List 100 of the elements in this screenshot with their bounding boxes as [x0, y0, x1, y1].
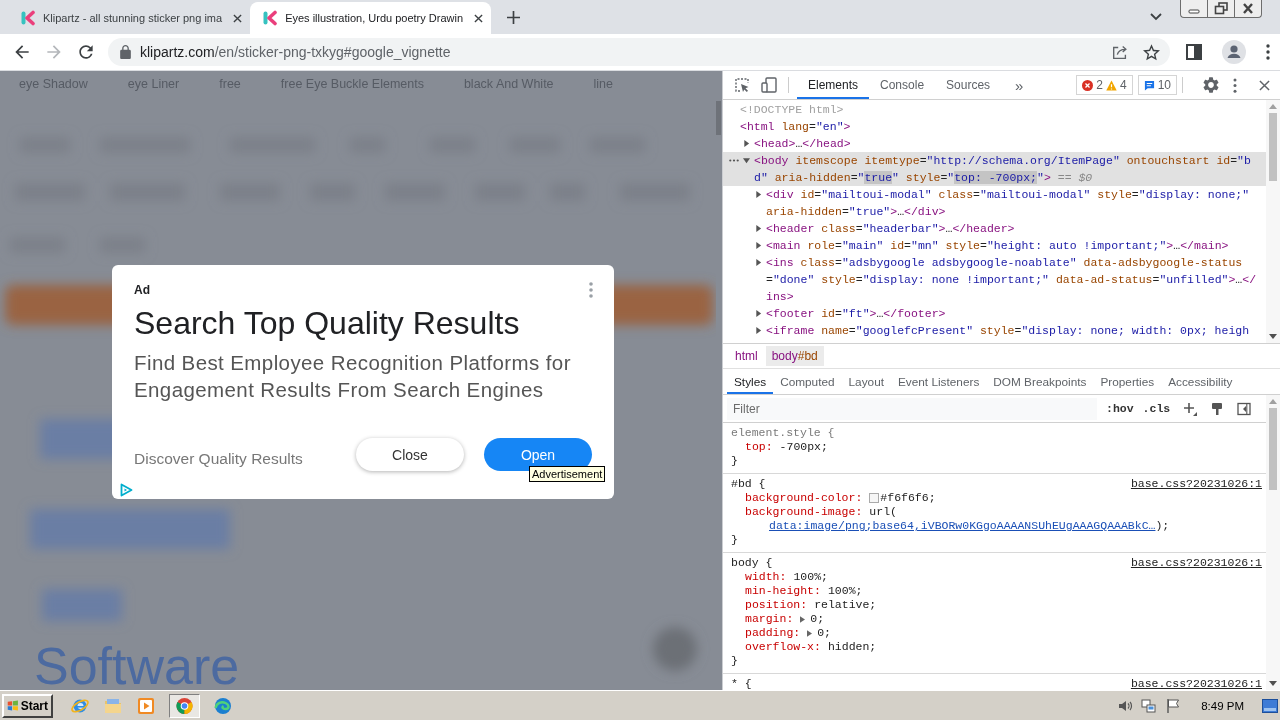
- caret-right-icon[interactable]: [755, 327, 762, 334]
- dom-tree-row[interactable]: <header class="headerbar">…</header>: [723, 220, 1266, 237]
- data-uri-link[interactable]: data:image/png;base64,iVBORw0KGgoAAAANSUhEUgAAAGQAAABkC…: [769, 519, 1156, 533]
- stylesheet-link[interactable]: base.css?20231026:1: [1130, 677, 1262, 690]
- more-options-icon[interactable]: [589, 282, 593, 298]
- inspect-cursor-icon[interactable]: [734, 77, 750, 93]
- more-tabs-button[interactable]: »: [1015, 76, 1024, 94]
- caret-right-icon[interactable]: [755, 310, 762, 317]
- reload-icon[interactable]: [76, 42, 96, 62]
- breadcrumb[interactable]: body#bd: [765, 346, 824, 366]
- dom-tree-row[interactable]: <html lang="en">: [723, 118, 1266, 135]
- plus-icon[interactable]: [507, 11, 521, 24]
- styles-pane-tab[interactable]: Computed: [773, 369, 842, 394]
- devtools-tab[interactable]: Console: [869, 71, 936, 99]
- devtools-tab[interactable]: Elements: [797, 71, 870, 99]
- filter-toggle[interactable]: .cls: [1142, 402, 1171, 415]
- devices-icon[interactable]: [761, 77, 777, 93]
- menu-icon[interactable]: [1266, 44, 1270, 60]
- star-icon[interactable]: [1143, 43, 1160, 61]
- css-brace: }: [731, 654, 739, 668]
- styles-pane-tab[interactable]: DOM Breakpoints: [986, 369, 1094, 394]
- dom-node-markup: <footer id="ft">…</footer>: [766, 306, 947, 322]
- play-triangle-icon[interactable]: [119, 483, 133, 497]
- css-selector: body {: [731, 556, 773, 570]
- ellipsis-icon[interactable]: [729, 159, 739, 162]
- scroll-down-icon[interactable]: [1269, 334, 1277, 339]
- styles-pane-tab[interactable]: Event Listeners: [891, 369, 987, 394]
- devtools-tab[interactable]: Sources: [935, 71, 1002, 99]
- minimize-icon[interactable]: [1180, 0, 1207, 18]
- caret-down-icon[interactable]: [743, 157, 750, 164]
- open-button[interactable]: Open: [484, 438, 592, 471]
- styles-pane-tab[interactable]: Layout: [841, 369, 891, 394]
- css-value: -700px;: [779, 440, 828, 454]
- css-property: padding:: [745, 626, 801, 640]
- scrollbar-thumb[interactable]: [1269, 113, 1277, 181]
- share-icon[interactable]: [1111, 43, 1129, 61]
- css-value: relative;: [814, 598, 877, 612]
- dom-tree-row[interactable]: <head>…</head>: [723, 135, 1266, 152]
- issues-counter[interactable]: 2 4: [1076, 75, 1133, 95]
- stylesheet-link[interactable]: base.css?20231026:1: [1130, 556, 1262, 570]
- caret-right-icon[interactable]: [755, 191, 762, 198]
- caret-right-icon[interactable]: [755, 242, 762, 249]
- styles-pane-tab[interactable]: Accessibility: [1161, 369, 1240, 394]
- close-icon[interactable]: [233, 13, 243, 23]
- caret-right-icon[interactable]: [800, 615, 806, 623]
- scrollbar-thumb[interactable]: [716, 101, 721, 135]
- css-value: #f6f6f6;: [880, 491, 936, 505]
- dom-tree-row[interactable]: <main role="main" id="mn" style="height: auto !important;">…</main>: [723, 237, 1266, 254]
- plus-icon[interactable]: [1183, 401, 1198, 416]
- address-field[interactable]: klipartz.com/en/sticker-png-txkyg#google_vignette: [108, 38, 1170, 66]
- dom-tree-row[interactable]: <iframe name="googlefcPresent" style="display: none; width: 0px; heigh: [723, 322, 1266, 339]
- swirl-logo-icon[interactable]: [213, 695, 233, 716]
- round-logo-icon[interactable]: [169, 693, 200, 718]
- network-icon[interactable]: [1141, 697, 1158, 714]
- caret-right-icon[interactable]: [755, 259, 762, 266]
- browser-tab[interactable]: Klipartz - all stunning sticker png ima: [8, 2, 251, 34]
- css-value: );: [1155, 519, 1170, 533]
- panel-toggle-icon[interactable]: [1237, 401, 1252, 416]
- dom-tree-row[interactable]: <footer id="ft">…</footer>: [723, 305, 1266, 322]
- chevron-down-icon[interactable]: [1150, 13, 1162, 21]
- clock: 8:49 PM: [1201, 699, 1244, 712]
- filter-toggle[interactable]: :hov: [1106, 402, 1134, 415]
- ad-label: Ad: [134, 283, 150, 297]
- play-tile-icon[interactable]: [136, 695, 156, 716]
- tooltip: Advertisement: [529, 466, 606, 482]
- side-panel-icon[interactable]: [1186, 44, 1202, 60]
- close-icon[interactable]: [1235, 0, 1262, 18]
- close-icon[interactable]: [1259, 79, 1270, 91]
- styles-pane-tab[interactable]: Properties: [1093, 369, 1162, 394]
- caret-right-icon[interactable]: [807, 629, 813, 637]
- settings-icon[interactable]: [1203, 77, 1219, 93]
- ad-title: Search Top Quality Results: [134, 305, 521, 341]
- chevron-logo-icon: [20, 10, 36, 26]
- scroll-down-icon[interactable]: [1269, 681, 1277, 686]
- caret-right-icon[interactable]: [743, 140, 750, 147]
- caret-right-icon[interactable]: [755, 225, 762, 232]
- close-icon[interactable]: [474, 13, 484, 23]
- browser-tab[interactable]: Eyes illustration, Urdu poetry Drawin: [250, 2, 492, 34]
- breadcrumb[interactable]: html: [729, 346, 764, 366]
- css-value: 100%;: [827, 584, 863, 598]
- profile-avatar-icon[interactable]: [1222, 40, 1246, 64]
- menu-icon[interactable]: [1233, 77, 1237, 93]
- filter-field[interactable]: Filter: [727, 397, 1097, 420]
- paint-roller-icon[interactable]: [1210, 401, 1225, 416]
- stylesheet-link[interactable]: base.css?20231026:1: [1130, 477, 1262, 491]
- css-property: width:: [745, 570, 787, 584]
- desktop-tile-icon[interactable]: [1262, 698, 1278, 713]
- css-value: hidden;: [827, 640, 877, 654]
- styles-pane-tab[interactable]: Styles: [727, 369, 774, 394]
- css-property: position:: [745, 598, 808, 612]
- css-selector: * {: [731, 677, 752, 690]
- scrollbar-thumb[interactable]: [1269, 408, 1277, 490]
- restore-icon[interactable]: [1207, 0, 1235, 18]
- close-button[interactable]: Close: [356, 438, 464, 471]
- messages-counter[interactable]: 10: [1137, 75, 1177, 95]
- flag-icon[interactable]: [1165, 697, 1182, 714]
- css-property: background-color:: [745, 491, 863, 505]
- color-swatch-icon[interactable]: [869, 493, 880, 503]
- start-button[interactable]: Start: [2, 693, 53, 718]
- ad-footer-text: Discover Quality Results: [134, 448, 304, 468]
